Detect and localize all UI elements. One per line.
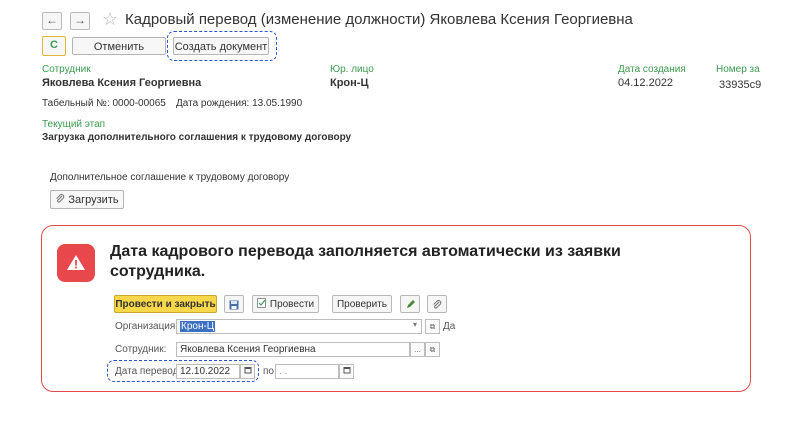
stage-value: Загрузка дополнительного соглашения к тр…: [42, 132, 352, 143]
org-field[interactable]: Крон-Ц: [176, 319, 422, 334]
star-icon[interactable]: ☆: [102, 9, 118, 30]
legal-entity-value: Крон-Ц: [330, 77, 369, 89]
calendar-icon: [343, 367, 350, 374]
dropdown-icon[interactable]: ▾: [413, 320, 417, 329]
highlight-transfer-date: [107, 360, 259, 382]
calendar-to-button[interactable]: [339, 364, 354, 379]
arrow-left-icon: ←: [46, 13, 58, 27]
employee-form-label: Сотрудник:: [115, 344, 167, 355]
number-label: Номер за: [716, 64, 760, 75]
callout-message: Дата кадрового перевода заполняется авто…: [110, 243, 621, 280]
edit-dt-button[interactable]: [400, 295, 420, 313]
post-label: Провести: [269, 299, 315, 310]
org-label: Организация:: [115, 321, 179, 332]
number-value: 33935c9: [719, 79, 762, 91]
cancel-button[interactable]: Отменить: [72, 37, 166, 55]
choose-employee-button[interactable]: ...: [410, 342, 425, 357]
save-button[interactable]: [224, 295, 244, 313]
tab-number: Табельный №: 0000-00065: [42, 98, 166, 109]
refresh-button[interactable]: C: [42, 36, 66, 56]
to-date-field[interactable]: . .: [275, 364, 339, 379]
page-title: Кадровый перевод (изменение должности) Я…: [125, 11, 633, 28]
post-icon: [256, 298, 266, 308]
post-and-close-button[interactable]: Провести и закрыть: [114, 295, 217, 313]
save-icon: [229, 300, 239, 310]
open-org-button[interactable]: ⧉: [425, 319, 440, 334]
back-button[interactable]: ←: [42, 12, 62, 30]
stage-label: Текущий этап: [42, 119, 106, 130]
post-button[interactable]: Провести: [252, 295, 319, 313]
employee-label: Сотрудник: [42, 64, 91, 75]
legal-entity-label: Юр. лицо: [330, 64, 374, 75]
created-date-value: 04.12.2022: [618, 77, 674, 89]
upload-button[interactable]: Загрузить: [50, 190, 124, 209]
forward-button[interactable]: →: [70, 12, 90, 30]
refresh-icon: C: [50, 39, 58, 51]
org-suffix: Да: [443, 321, 456, 332]
arrow-right-icon: →: [74, 13, 86, 27]
open-employee-button[interactable]: ⧉: [425, 342, 440, 357]
pencil-icon: [406, 300, 415, 308]
created-date-label: Дата создания: [618, 64, 686, 75]
employee-value: Яковлева Ксения Георгиевна: [42, 77, 202, 89]
birth-date: Дата рождения: 13.05.1990: [176, 98, 303, 109]
paperclip-icon: [56, 194, 65, 203]
upload-label: Загрузить: [68, 194, 119, 206]
warning-badge: [57, 244, 95, 282]
check-button[interactable]: Проверить: [332, 295, 392, 313]
attachment-label: Дополнительное соглашение к трудовому до…: [50, 172, 290, 183]
employee-field[interactable]: Яковлева Ксения Георгиевна: [176, 342, 410, 357]
attach-button[interactable]: [427, 295, 447, 313]
org-value: Крон-Ц: [180, 321, 216, 332]
paperclip-icon: [433, 300, 442, 309]
warning-icon: [67, 255, 85, 270]
highlight-create-document: [167, 31, 277, 61]
